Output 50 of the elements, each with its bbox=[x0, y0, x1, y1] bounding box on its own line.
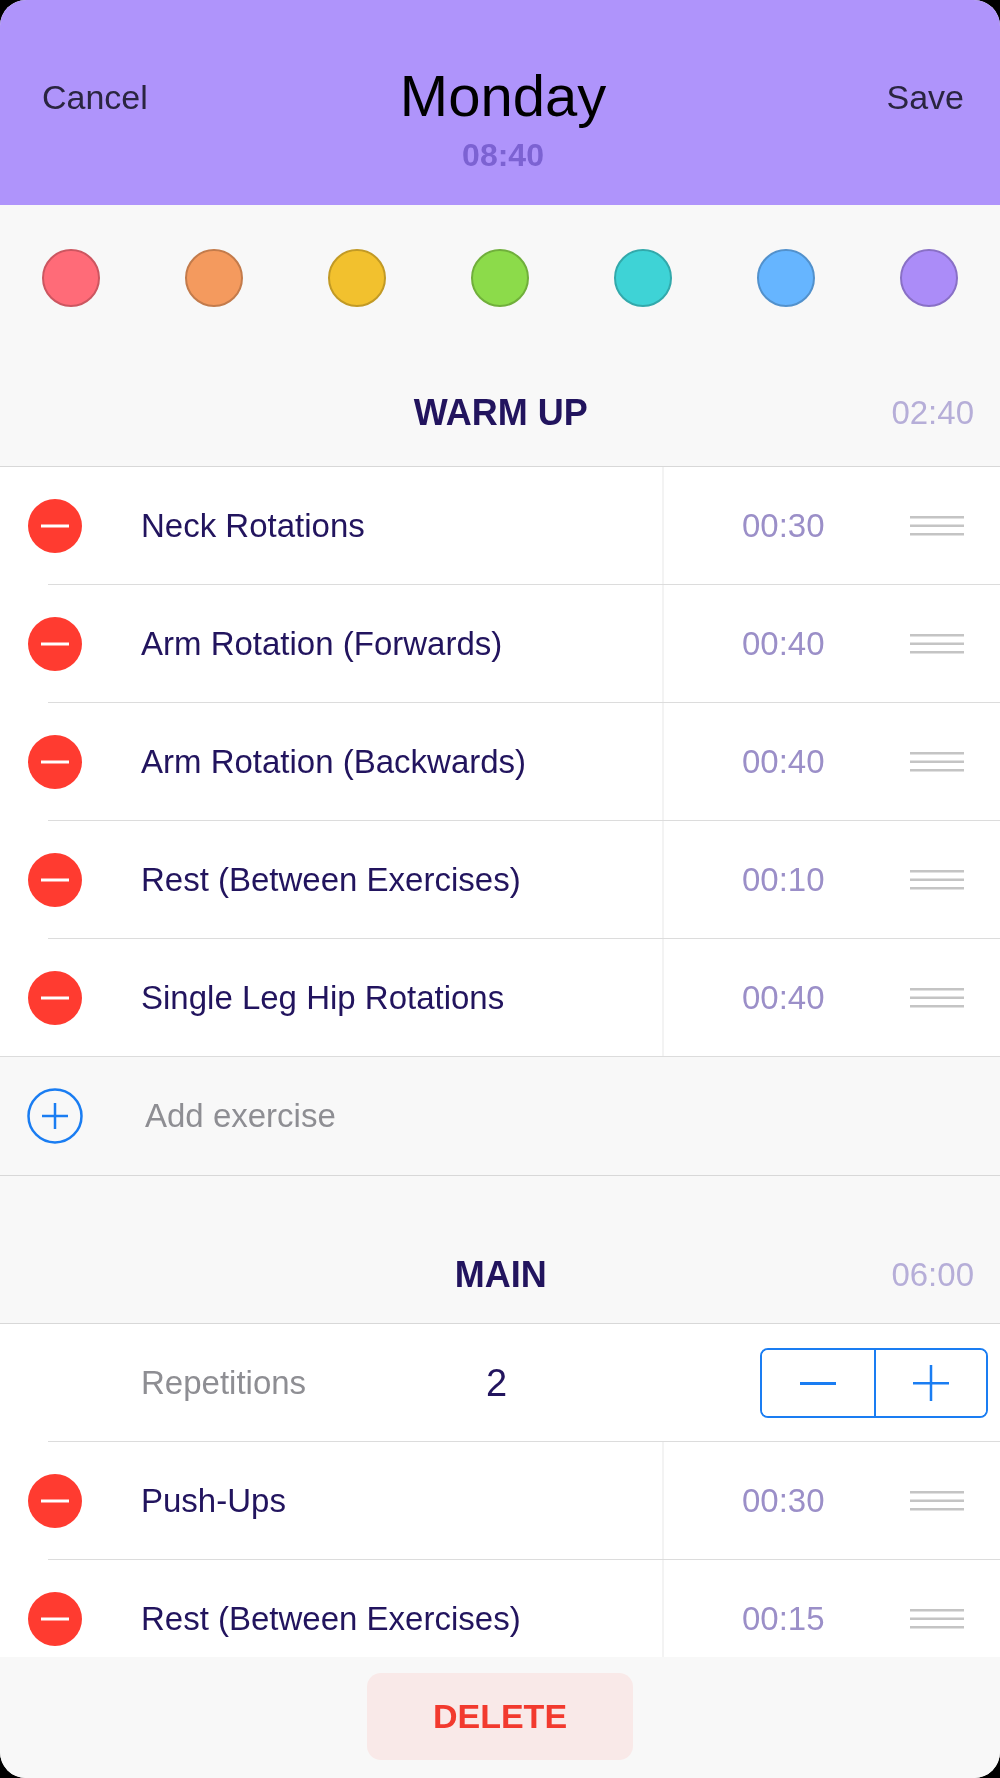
section-duration: 02:40 bbox=[891, 393, 974, 432]
exercise-duration: 00:10 bbox=[742, 861, 826, 899]
exercise-name: Arm Rotation (Backwards) bbox=[140, 743, 528, 781]
section-duration: 06:00 bbox=[891, 1255, 974, 1294]
remove-icon[interactable] bbox=[28, 1474, 82, 1528]
drag-handle-icon[interactable] bbox=[910, 751, 964, 773]
repetitions-value: 2 bbox=[486, 1361, 509, 1405]
exercise-name: Rest (Between Exercises) bbox=[140, 861, 522, 899]
remove-icon[interactable] bbox=[28, 617, 82, 671]
color-swatch[interactable] bbox=[757, 249, 815, 307]
save-button[interactable]: Save bbox=[886, 78, 964, 117]
add-exercise-label[interactable]: Add exercise bbox=[83, 1097, 336, 1135]
color-swatch[interactable] bbox=[471, 249, 529, 307]
drag-handle-icon[interactable] bbox=[910, 633, 964, 655]
increment-button[interactable] bbox=[874, 1350, 986, 1416]
exercise-duration: 00:40 bbox=[742, 743, 826, 781]
section-title: MAIN bbox=[453, 1253, 548, 1296]
cancel-button[interactable]: Cancel bbox=[42, 78, 148, 117]
exercise-duration: 00:30 bbox=[742, 507, 826, 545]
color-swatch[interactable] bbox=[614, 249, 672, 307]
drag-handle-icon[interactable] bbox=[910, 515, 964, 537]
remove-icon[interactable] bbox=[28, 735, 82, 789]
drag-handle-icon[interactable] bbox=[910, 987, 964, 1009]
color-swatch[interactable] bbox=[42, 249, 100, 307]
exercise-duration: 00:30 bbox=[742, 1482, 826, 1520]
remove-icon[interactable] bbox=[28, 971, 82, 1025]
exercise-name: Neck Rotations bbox=[140, 507, 366, 545]
color-swatch[interactable] bbox=[328, 249, 386, 307]
remove-icon[interactable] bbox=[28, 853, 82, 907]
color-swatch[interactable] bbox=[185, 249, 243, 307]
plus-icon bbox=[911, 1363, 951, 1403]
drag-handle-icon[interactable] bbox=[910, 1490, 964, 1512]
day-title: Monday bbox=[399, 62, 607, 129]
drag-handle-icon[interactable] bbox=[910, 1608, 964, 1630]
exercise-name: Arm Rotation (Forwards) bbox=[140, 625, 504, 663]
exercise-duration: 00:15 bbox=[742, 1600, 826, 1638]
minus-icon bbox=[800, 1381, 836, 1385]
exercise-name: Single Leg Hip Rotations bbox=[140, 979, 506, 1017]
exercise-duration: 00:40 bbox=[742, 979, 826, 1017]
repetitions-label: Repetitions bbox=[141, 1364, 308, 1402]
delete-button[interactable]: DELETE bbox=[367, 1673, 633, 1760]
exercise-name: Push-Ups bbox=[140, 1482, 287, 1520]
remove-icon[interactable] bbox=[28, 1592, 82, 1646]
exercise-duration: 00:40 bbox=[742, 625, 826, 663]
color-swatch[interactable] bbox=[900, 249, 958, 307]
drag-handle-icon[interactable] bbox=[910, 869, 964, 891]
exercise-name: Rest (Between Exercises) bbox=[140, 1600, 522, 1638]
remove-icon[interactable] bbox=[28, 499, 82, 553]
add-icon[interactable] bbox=[27, 1088, 83, 1144]
section-title: WARM UP bbox=[412, 391, 589, 434]
